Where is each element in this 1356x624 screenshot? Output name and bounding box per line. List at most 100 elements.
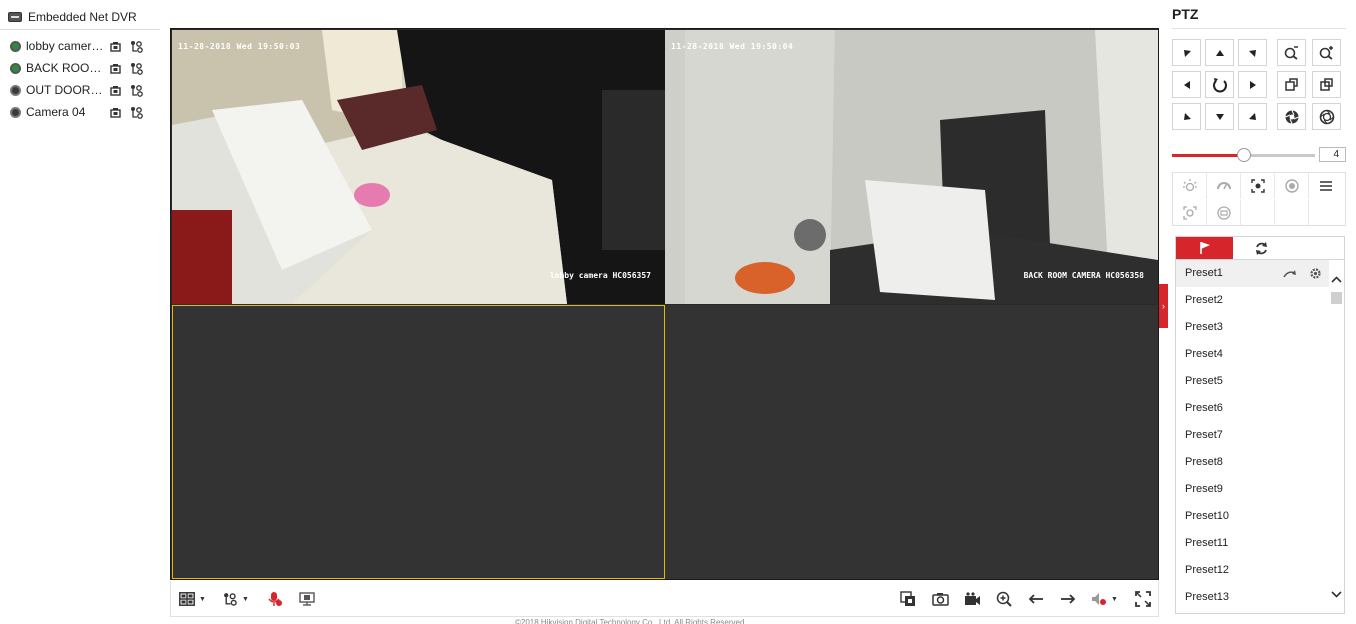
preset-item[interactable]: Preset1 [1176,260,1330,287]
slider-fill [1172,154,1244,157]
iris-open-button[interactable] [1312,103,1341,130]
audio-button[interactable]: ▼ [1091,589,1118,609]
preset-item[interactable]: Preset12 [1176,557,1330,584]
start-recording-icon[interactable] [110,63,123,74]
ptz-control-icon[interactable] [130,84,144,97]
start-recording-icon[interactable] [110,107,123,118]
microphone-icon [268,592,282,606]
camera-item[interactable]: Camera 04 [10,104,150,120]
divider [1172,28,1346,29]
previous-page-button[interactable] [1028,589,1044,609]
lens-initialization-button[interactable] [1275,173,1309,199]
start-recording-icon[interactable] [110,41,123,52]
ptz-down-button[interactable] [1205,103,1234,130]
focus-near-button[interactable] [1277,71,1306,98]
stop-all-icon [900,591,915,606]
iris-close-button[interactable] [1277,103,1306,130]
zoom-in-button[interactable] [1312,39,1341,66]
scrollbar-thumb[interactable] [1331,292,1342,304]
preset-item[interactable]: Preset7 [1176,422,1330,449]
preset-item[interactable]: Preset5 [1176,368,1330,395]
ptz-control-icon[interactable] [130,106,144,119]
monitor-icon [299,592,315,606]
preset-item[interactable]: Preset4 [1176,341,1330,368]
copyright-footer: ©2018 Hikvision Digital Technology Co., … [515,618,747,624]
ptz-speed-slider[interactable] [1172,148,1315,162]
chevron-down-icon: ▼ [242,595,249,603]
focus-far-icon [1320,78,1333,91]
ptz-up-right-button[interactable] [1238,39,1267,66]
preset-label: Preset4 [1185,348,1223,360]
osd-timestamp: 11-28-2018 Wed 19:50:04 [671,42,794,51]
ptz-right-button[interactable] [1238,71,1267,98]
manual-tracking-button[interactable] [1173,200,1207,226]
video-tile-selected[interactable] [172,305,665,579]
call-preset-icon[interactable] [1283,269,1297,279]
scroll-up-button[interactable] [1329,272,1344,286]
stop-all-preview-button[interactable] [900,589,916,609]
refresh-icon [1256,241,1267,255]
video-grid: 11-28-2018 Wed 19:50:03 lobby camera HC0… [170,28,1159,580]
menu-button[interactable] [1309,173,1343,199]
stream-icon [224,593,237,606]
zoom-out-button[interactable] [1277,39,1306,66]
video-tile[interactable] [665,305,1158,579]
arrow-left-icon [1183,80,1190,89]
slider-handle[interactable] [1236,148,1251,162]
camera-item[interactable]: OUT DOOR C... [10,82,150,98]
focus-far-button[interactable] [1312,71,1341,98]
video-tile[interactable]: 11-28-2018 Wed 19:50:03 lobby camera HC0… [172,30,665,304]
preset-item[interactable]: Preset10 [1176,503,1330,530]
start-recording-icon[interactable] [110,85,123,96]
window-layout-button[interactable]: ▼ [179,589,206,609]
gear-icon[interactable] [1309,267,1322,280]
ptz-up-button[interactable] [1205,39,1234,66]
ptz-auto-scan-button[interactable] [1205,71,1234,98]
two-way-audio-button[interactable] [267,589,283,609]
preset-item[interactable]: Preset8 [1176,449,1330,476]
arrow-down-right-icon [1248,112,1256,120]
aux-empty-cell [1241,200,1275,226]
ptz-down-right-button[interactable] [1238,103,1267,130]
preset-label: Preset9 [1185,483,1223,495]
preset-item[interactable]: Preset2 [1176,287,1330,314]
auxiliary-focus-button[interactable] [1241,173,1275,199]
ptz-up-left-button[interactable] [1172,39,1201,66]
preset-label: Preset7 [1185,429,1223,441]
tab-preset[interactable] [1176,237,1233,259]
3d-zoom-button[interactable] [1207,200,1241,226]
preset-item[interactable]: Preset11 [1176,530,1330,557]
collapse-ptz-tab[interactable]: › [1159,284,1168,328]
stream-type-button[interactable]: ▼ [223,589,249,609]
record-all-button[interactable] [964,589,981,609]
camera-item[interactable]: BACK ROOM... [10,60,150,76]
tab-patrol[interactable] [1233,237,1290,259]
preset-item[interactable]: Preset3 [1176,314,1330,341]
ptz-control-icon[interactable] [130,40,144,53]
menu-icon [1320,181,1332,191]
next-page-button[interactable] [1060,589,1076,609]
capture-button[interactable] [932,589,949,609]
video-tile[interactable]: 11-28-2018 Wed 19:50:04 BACK ROOM CAMERA… [665,30,1158,304]
ptz-left-button[interactable] [1172,71,1201,98]
wiper-button[interactable] [1207,173,1241,199]
ptz-speed-value[interactable]: 4 [1319,147,1346,162]
speaker-muted-icon [1092,593,1106,605]
camera-item[interactable]: lobby camera... [10,38,150,54]
preset-item[interactable]: Preset6 [1176,395,1330,422]
preset-scrollbar[interactable] [1329,260,1344,613]
digital-zoom-button[interactable] [996,589,1012,609]
device-node[interactable]: Embedded Net DVR [8,8,137,26]
preset-item[interactable]: Preset9 [1176,476,1330,503]
wiper-icon [1216,182,1231,190]
iris-open-icon [1319,109,1334,124]
remote-config-button[interactable] [299,589,315,609]
ptz-down-left-button[interactable] [1172,103,1201,130]
light-button[interactable] [1173,173,1207,199]
scroll-down-button[interactable] [1329,587,1344,601]
fullscreen-button[interactable] [1135,589,1151,609]
ptz-control-icon[interactable] [130,62,144,75]
preset-label: Preset2 [1185,294,1223,306]
preset-item[interactable]: Preset13 [1176,584,1330,611]
3d-zoom-icon [1216,206,1231,220]
